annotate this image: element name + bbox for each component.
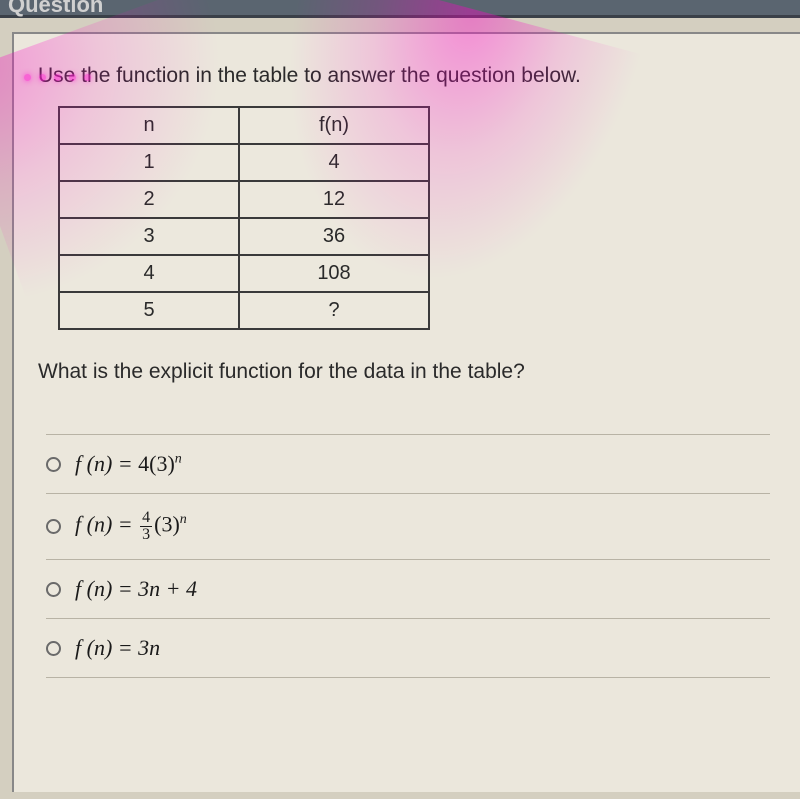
cell-fn: 108: [239, 255, 429, 292]
option-b-formula: f (n) = 43(3)n: [75, 510, 187, 543]
cell-n: 1: [59, 144, 239, 181]
cell-n: 3: [59, 218, 239, 255]
table-row: 4 108: [59, 255, 429, 292]
table-header-row: n f(n): [59, 107, 429, 144]
table-row: 2 12: [59, 181, 429, 218]
header-fn: f(n): [239, 107, 429, 144]
question-tab-label: Question: [8, 0, 103, 18]
radio-icon[interactable]: [46, 519, 61, 534]
question-prompt: What is the explicit function for the da…: [38, 360, 770, 384]
cell-n: 2: [59, 181, 239, 218]
table-row: 3 36: [59, 218, 429, 255]
flare-dots: [24, 74, 91, 81]
cell-fn: 36: [239, 218, 429, 255]
function-table: n f(n) 1 4 2 12 3 36 4 108 5 ?: [58, 106, 430, 330]
option-a[interactable]: f (n) = 4(3)n: [46, 434, 770, 493]
cell-n: 4: [59, 255, 239, 292]
table-row: 5 ?: [59, 292, 429, 329]
header-n: n: [59, 107, 239, 144]
option-c[interactable]: f (n) = 3n + 4: [46, 559, 770, 618]
option-a-formula: f (n) = 4(3)n: [75, 451, 182, 477]
cell-fn: 4: [239, 144, 429, 181]
cell-n: 5: [59, 292, 239, 329]
option-b[interactable]: f (n) = 43(3)n: [46, 493, 770, 559]
cell-fn: ?: [239, 292, 429, 329]
cell-fn: 12: [239, 181, 429, 218]
radio-icon[interactable]: [46, 457, 61, 472]
content-panel: Use the function in the table to answer …: [12, 32, 800, 792]
option-c-formula: f (n) = 3n + 4: [75, 576, 197, 602]
answer-options: f (n) = 4(3)n f (n) = 43(3)n f (n) = 3n …: [38, 434, 770, 678]
option-d-formula: f (n) = 3n: [75, 635, 160, 661]
instruction-text: Use the function in the table to answer …: [38, 64, 770, 88]
radio-icon[interactable]: [46, 582, 61, 597]
question-header-bar: Question: [0, 0, 800, 18]
table-row: 1 4: [59, 144, 429, 181]
radio-icon[interactable]: [46, 641, 61, 656]
option-d[interactable]: f (n) = 3n: [46, 618, 770, 678]
